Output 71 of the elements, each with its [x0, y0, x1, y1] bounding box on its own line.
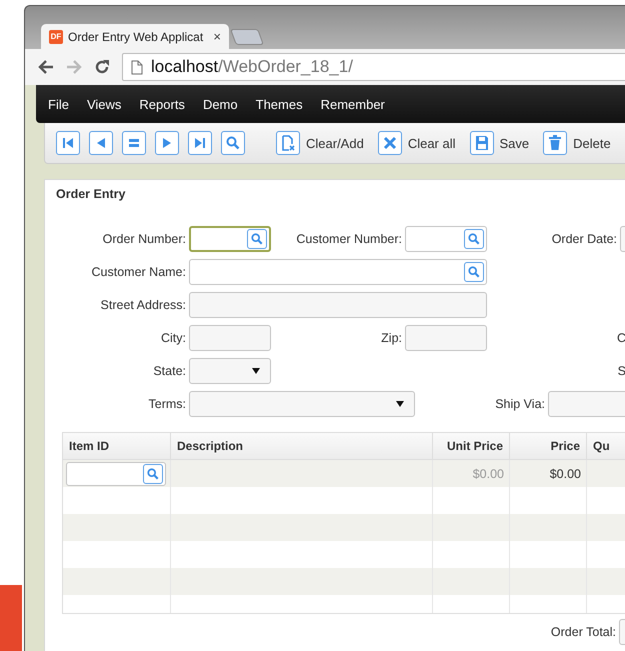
page-icon: [131, 60, 143, 74]
column-header[interactable]: Item ID: [63, 433, 171, 459]
trash-icon: [548, 135, 562, 151]
reload-icon[interactable]: [94, 59, 110, 75]
dropdown-field[interactable]: [189, 391, 415, 417]
menu-item[interactable]: Themes: [256, 96, 303, 112]
input-field[interactable]: [548, 391, 625, 417]
field-label: Terms:: [148, 397, 186, 411]
field-label: Order Date:: [552, 232, 617, 246]
search-icon[interactable]: [143, 464, 163, 484]
table-cell: $0.00: [550, 466, 581, 480]
lookup-field[interactable]: [405, 226, 487, 252]
menu-item[interactable]: Demo: [202, 96, 238, 112]
equals-icon: [127, 136, 141, 150]
dropdown-field[interactable]: [189, 358, 271, 384]
column-header[interactable]: Price: [510, 433, 587, 459]
field-label: Customer Name:: [92, 265, 186, 279]
new-tab-button[interactable]: [230, 29, 264, 45]
menu-item[interactable]: Views: [86, 96, 122, 112]
dropdown-arrow-icon: [396, 401, 404, 407]
last-record-button[interactable]: [188, 131, 212, 155]
search-icon[interactable]: [464, 262, 484, 282]
next-record-button[interactable]: [155, 131, 179, 155]
delete-button[interactable]: Delete: [543, 131, 611, 155]
field-label: State:: [153, 364, 186, 378]
clear-add-button[interactable]: Clear/Add: [276, 131, 364, 155]
lookup-field[interactable]: [189, 226, 271, 252]
column-header[interactable]: Qu: [587, 433, 625, 459]
field-label: Zip:: [381, 331, 402, 345]
new-document-icon: [281, 135, 295, 151]
search-icon[interactable]: [464, 229, 484, 249]
save-button[interactable]: Save: [470, 131, 530, 155]
menu-item[interactable]: Remember: [320, 96, 385, 112]
forward-icon[interactable]: [66, 60, 82, 74]
field-label: Ship Via:: [495, 397, 545, 411]
close-icon: [382, 135, 397, 151]
url-text: localhost/WebOrder_18_1/: [151, 57, 353, 77]
lookup-field[interactable]: [189, 259, 487, 285]
input-field[interactable]: [189, 292, 487, 318]
first-icon: [61, 136, 75, 150]
search-icon: [226, 136, 240, 150]
menu-item[interactable]: Reports: [139, 96, 185, 112]
clear-all-button[interactable]: Clear all: [378, 131, 456, 155]
last-icon: [193, 136, 207, 150]
order-total-label: Order Total:: [550, 625, 616, 639]
current-record-button[interactable]: [122, 131, 146, 155]
panel-title: Order Entry: [55, 186, 126, 203]
field-label: Order Number:: [102, 232, 186, 246]
input-field[interactable]: [405, 325, 487, 351]
search-button[interactable]: [221, 131, 245, 155]
column-header[interactable]: Unit Price: [433, 433, 510, 459]
item-id-field[interactable]: [66, 462, 166, 486]
floppy-disk-icon: [474, 135, 488, 151]
menu-item[interactable]: File: [48, 96, 69, 112]
dropdown-arrow-icon: [252, 368, 260, 374]
field-label: Customer Number:: [296, 232, 402, 246]
search-icon[interactable]: [247, 229, 267, 249]
favicon: DF: [49, 30, 63, 44]
input-field[interactable]: [189, 325, 271, 351]
previous-record-button[interactable]: [89, 131, 113, 155]
table-cell: $0.00: [472, 466, 504, 480]
column-header[interactable]: Description: [171, 433, 433, 459]
browser-tab[interactable]: DF Order Entry Web Applicat ×: [41, 24, 229, 49]
back-icon[interactable]: [38, 60, 54, 74]
tab-title: Order Entry Web Applicat: [68, 30, 204, 44]
desktop-block: [0, 585, 22, 651]
field-label: Street Address:: [100, 298, 186, 312]
close-icon[interactable]: ×: [213, 29, 221, 44]
address-bar[interactable]: localhost/WebOrder_18_1/: [122, 53, 625, 81]
first-record-button[interactable]: [56, 131, 80, 155]
field-label: City:: [161, 331, 186, 345]
